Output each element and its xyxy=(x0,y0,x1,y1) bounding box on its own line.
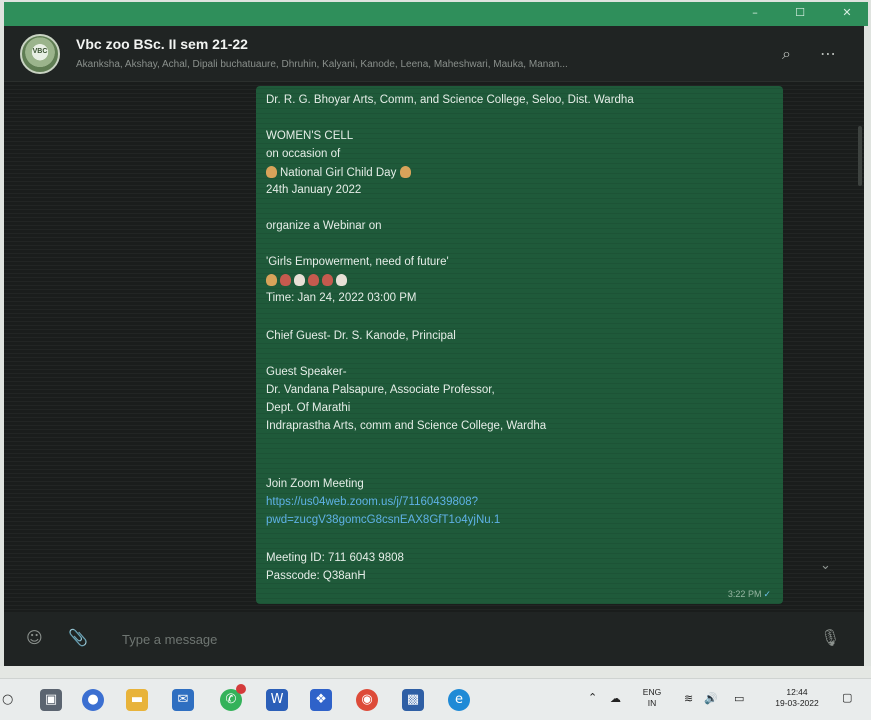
chrome-icon[interactable]: ◉ xyxy=(356,689,378,711)
message-bubble[interactable]: Dr. R. G. Bhoyar Arts, Comm, and Science… xyxy=(256,86,783,604)
screenshot: – ☐ ✕ VBC Vbc zoo BSc. II sem 21-22 Akan… xyxy=(0,0,871,720)
microphone-icon[interactable]: 🎙 xyxy=(820,628,840,647)
language-indicator[interactable]: ENG IN xyxy=(640,687,664,709)
mail-icon[interactable]: ✉ xyxy=(172,689,194,711)
message-line: Join Zoom Meeting xyxy=(266,478,364,490)
rose-emoji-icon xyxy=(280,274,291,286)
volume-icon[interactable]: 🔊 xyxy=(704,692,718,705)
message-line: Dr. Vandana Palsapure, Associate Profess… xyxy=(266,384,495,396)
emoji-icon[interactable]: ☺ xyxy=(26,628,43,647)
task-view-icon[interactable]: ▣ xyxy=(40,689,62,711)
avatar-text: VBC xyxy=(32,48,48,55)
message-text: National Girl Child Day xyxy=(280,167,397,179)
timestamp-text: 3:22 PM xyxy=(727,589,762,599)
message-line: organize a Webinar on xyxy=(266,220,382,232)
more-options-icon[interactable]: ⋯ xyxy=(820,44,836,63)
scrollbar-thumb[interactable] xyxy=(858,126,862,186)
message-line: Time: Jan 24, 2022 03:00 PM xyxy=(266,292,417,304)
desktop-strip xyxy=(0,666,871,678)
notification-center-icon[interactable]: ▢ xyxy=(842,691,852,704)
word-icon[interactable]: W xyxy=(266,689,288,711)
search-icon[interactable]: ⌕ xyxy=(782,44,791,64)
chevron-up-icon[interactable]: ⌃ xyxy=(588,691,597,704)
attach-icon[interactable]: 📎 xyxy=(68,628,88,647)
group-name[interactable]: Vbc zoo BSc. II sem 21-22 xyxy=(76,36,248,52)
chat-app-icon[interactable]: ● xyxy=(82,689,104,711)
message-line: 24th January 2022 xyxy=(266,184,362,196)
clock[interactable]: 12:44 19-03-2022 xyxy=(768,687,826,709)
message-line: Dr. R. G. Bhoyar Arts, Comm, and Science… xyxy=(266,94,634,106)
zoom-link[interactable]: https://us04web.zoom.us/j/71160439808? xyxy=(266,496,478,508)
girl-emoji-icon xyxy=(266,274,277,286)
dropbox-icon[interactable]: ❖ xyxy=(310,689,332,711)
flower-emoji-icon xyxy=(294,274,305,286)
message-line: Indraprastha Arts, comm and Science Coll… xyxy=(266,420,547,432)
clock-date: 19-03-2022 xyxy=(775,698,819,708)
message-line-with-emoji: National Girl Child Day xyxy=(266,166,414,179)
window-titlebar: – ☐ ✕ xyxy=(4,2,868,26)
read-tick-icon: ✓ xyxy=(763,589,771,599)
girl-emoji-icon xyxy=(266,166,277,178)
message-line: Passcode: Q38anH xyxy=(266,570,366,582)
message-line: 'Girls Empowerment, need of future' xyxy=(266,256,449,268)
whatsapp-window: VBC Vbc zoo BSc. II sem 21-22 Akanksha, … xyxy=(4,26,864,666)
emoji-row xyxy=(266,274,350,287)
notification-badge xyxy=(236,684,246,694)
maximize-button[interactable]: ☐ xyxy=(789,5,811,21)
photos-icon[interactable]: ▩ xyxy=(402,689,424,711)
cloud-icon[interactable]: ☁ xyxy=(610,692,621,705)
search-icon[interactable]: ○ xyxy=(2,689,13,711)
message-timestamp: 3:22 PM ✓ xyxy=(728,589,771,600)
minimize-button[interactable]: – xyxy=(744,5,766,21)
message-line: Dept. Of Marathi xyxy=(266,402,351,414)
group-members[interactable]: Akanksha, Akshay, Achal, Dipali buchatua… xyxy=(76,59,736,70)
message-line: Guest Speaker- xyxy=(266,366,347,378)
battery-icon[interactable]: ▭ xyxy=(734,692,744,705)
girl-emoji-icon xyxy=(399,166,411,178)
language-code: ENG xyxy=(642,687,662,697)
message-input[interactable] xyxy=(122,628,782,650)
clock-time: 12:44 xyxy=(786,687,808,697)
message-line: WOMEN'S CELL xyxy=(266,130,354,142)
edge-icon[interactable]: e xyxy=(448,689,470,711)
girl-emoji-icon xyxy=(336,274,347,286)
rose-emoji-icon xyxy=(308,274,319,286)
group-avatar[interactable]: VBC xyxy=(20,34,60,74)
scroll-down-chevron-icon[interactable]: ⌄ xyxy=(820,558,831,573)
file-explorer-icon[interactable]: ▬ xyxy=(126,689,148,711)
message-line: on occasion of xyxy=(266,148,341,160)
message-composer: ☺ 📎 🎙 xyxy=(4,612,864,666)
message-line: Chief Guest- Dr. S. Kanode, Principal xyxy=(266,330,456,342)
zoom-link[interactable]: pwd=zucgV38gomcG8csnEAX8GfT1o4yjNu.1 xyxy=(266,514,500,526)
windows-taskbar: ○ ▣ ● ▬ ✉ ✆ W ❖ ◉ ▩ e ⌃ ☁ ENG IN ≋ 🔊 ▭ 1… xyxy=(0,678,871,720)
region-code: IN xyxy=(647,698,657,708)
close-button[interactable]: ✕ xyxy=(836,5,858,21)
message-line: Meeting ID: 711 6043 9808 xyxy=(266,552,404,564)
rose-emoji-icon xyxy=(322,274,333,286)
wifi-icon[interactable]: ≋ xyxy=(684,692,693,705)
chat-header[interactable]: VBC Vbc zoo BSc. II sem 21-22 Akanksha, … xyxy=(4,26,864,82)
